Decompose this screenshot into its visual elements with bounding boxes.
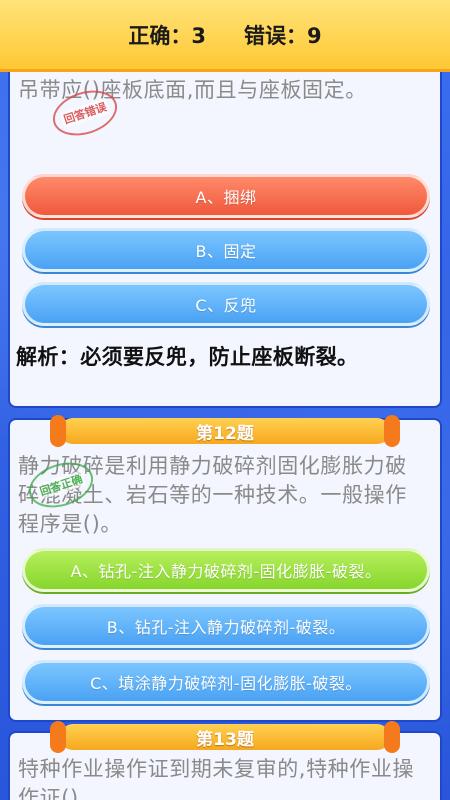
correct-value: 3 [191,23,206,48]
option-b-label: B、钻孔-注入静力破碎剂-破裂。 [106,618,346,637]
question-text: 特种作业操作证到期未复审的,特种作业操作证() [18,757,415,800]
correct-label: 正确： [128,23,192,48]
question-number-ribbon-12: 第12题 [50,415,400,447]
option-a-button[interactable]: A、钻孔-注入静力破碎剂-固化膨胀-破裂。 [22,548,430,592]
option-a-button[interactable]: A、捆绑 [22,174,430,218]
option-c-label: C、反兜 [195,296,257,315]
ribbon-cap-right [384,415,400,447]
ribbon-cap-left [50,415,66,447]
wrong-value: 9 [307,23,322,48]
option-b-button[interactable]: B、固定 [22,228,430,272]
question-number-12: 第12题 [196,423,254,444]
option-b-button[interactable]: B、钻孔-注入静力破碎剂-破裂。 [22,604,430,648]
option-c-button[interactable]: C、反兜 [22,282,430,326]
question-number-13: 第13题 [196,729,254,750]
wrong-count: 错误：9 [244,20,322,50]
wrong-stamp-text: 回答错误 [59,97,111,129]
option-b-label: B、固定 [195,242,257,261]
ribbon-cap-right [384,721,400,753]
option-c-button[interactable]: C、填涂静力破碎剂-固化膨胀-破裂。 [22,660,430,704]
question-card-12: 静力破碎是利用静力破碎剂固化膨胀力破碎混凝土、岩石等的一种技术。一般操作程序是(… [10,420,440,720]
wrong-label: 错误： [244,23,307,48]
option-a-label: A、捆绑 [195,188,257,207]
ribbon-cap-left [50,721,66,753]
question-number-ribbon-13: 第13题 [50,721,400,753]
correct-stamp-text: 回答正确 [35,469,87,501]
option-c-label: C、填涂静力破碎剂-固化膨胀-破裂。 [90,674,362,693]
correct-count: 正确：3 [128,20,206,50]
score-bar: 正确：3 错误：9 [0,0,450,72]
explanation-text: 解析：必须要反兜，防止座板断裂。 [16,345,359,369]
option-a-label: A、钻孔-注入静力破碎剂-固化膨胀-破裂。 [70,562,382,581]
question-card-11: 吊带应()座板底面,而且与座板固定。 回答错误 A、捆绑 B、固定 C、反兜 解… [10,66,440,406]
